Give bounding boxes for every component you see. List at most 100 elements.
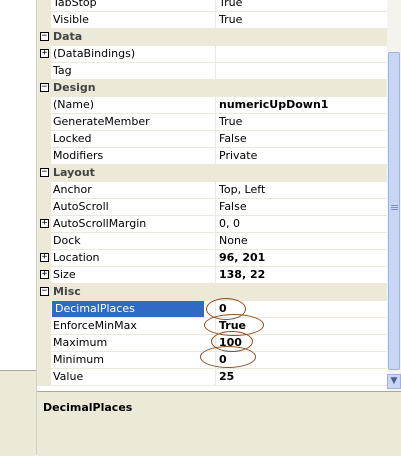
property-value[interactable]: [219, 46, 379, 62]
property-row[interactable]: Anchor Top, Left: [37, 181, 387, 199]
property-value[interactable]: True: [219, 114, 379, 130]
column-divider[interactable]: [215, 62, 216, 79]
property-value[interactable]: True: [219, 318, 379, 334]
property-row[interactable]: + (DataBindings): [37, 45, 387, 63]
property-row[interactable]: DecimalPlaces 0: [37, 300, 387, 318]
expand-icon[interactable]: +: [40, 219, 49, 228]
property-value[interactable]: [219, 63, 379, 79]
column-divider[interactable]: [215, 317, 216, 334]
collapse-icon[interactable]: −: [40, 168, 49, 177]
column-divider[interactable]: [215, 249, 216, 266]
property-row[interactable]: Dock None: [37, 232, 387, 250]
property-value[interactable]: Private: [219, 148, 379, 164]
category-label[interactable]: Layout: [53, 165, 213, 181]
property-value[interactable]: 100: [219, 335, 379, 351]
description-panel: DecimalPlaces: [37, 391, 401, 456]
property-value[interactable]: True: [219, 0, 379, 11]
column-divider[interactable]: [215, 334, 216, 351]
property-name[interactable]: AutoScrollMargin: [53, 216, 213, 232]
category-row[interactable]: − Layout: [37, 164, 387, 182]
property-row[interactable]: GenerateMember True: [37, 113, 387, 131]
property-row[interactable]: EnforceMinMax True: [37, 317, 387, 335]
property-value[interactable]: 0, 0: [219, 216, 379, 232]
property-row[interactable]: Value 25: [37, 368, 387, 386]
property-row[interactable]: Maximum 100: [37, 334, 387, 352]
column-divider[interactable]: [215, 113, 216, 130]
property-row[interactable]: Visible True: [37, 11, 387, 29]
property-name[interactable]: Location: [53, 250, 213, 266]
column-divider[interactable]: [215, 215, 216, 232]
property-name[interactable]: Size: [53, 267, 213, 283]
property-name[interactable]: Minimum: [53, 352, 213, 368]
column-divider[interactable]: [215, 130, 216, 147]
property-name[interactable]: DecimalPlaces: [52, 301, 204, 317]
property-name[interactable]: Value: [53, 369, 213, 385]
column-divider[interactable]: [215, 266, 216, 283]
property-row[interactable]: + Size 138, 22: [37, 266, 387, 284]
property-value[interactable]: numericUpDown1: [219, 97, 379, 113]
column-divider[interactable]: [215, 96, 216, 113]
scroll-down-arrow-icon[interactable]: ▼: [387, 374, 401, 389]
column-divider[interactable]: [215, 147, 216, 164]
scrollbar-thumb[interactable]: [388, 52, 400, 370]
property-name[interactable]: TabStop: [53, 0, 213, 11]
collapse-icon[interactable]: −: [40, 287, 49, 296]
property-row[interactable]: Locked False: [37, 130, 387, 148]
property-value[interactable]: 96, 201: [219, 250, 379, 266]
property-value[interactable]: False: [219, 199, 379, 215]
property-value[interactable]: False: [219, 131, 379, 147]
collapse-icon[interactable]: −: [40, 83, 49, 92]
property-value[interactable]: None: [219, 233, 379, 249]
property-name[interactable]: Anchor: [53, 182, 213, 198]
category-label[interactable]: Misc: [53, 284, 213, 300]
property-name[interactable]: AutoScroll: [53, 199, 213, 215]
property-name[interactable]: Visible: [53, 12, 213, 28]
category-row[interactable]: − Data: [37, 28, 387, 46]
column-divider[interactable]: [215, 181, 216, 198]
property-row[interactable]: + AutoScrollMargin 0, 0: [37, 215, 387, 233]
property-name[interactable]: GenerateMember: [53, 114, 213, 130]
column-divider[interactable]: [215, 300, 216, 317]
property-name[interactable]: (DataBindings): [53, 46, 213, 62]
row-gutter: [37, 198, 51, 215]
category-label[interactable]: Data: [53, 29, 213, 45]
column-divider[interactable]: [215, 351, 216, 368]
category-row[interactable]: − Misc: [37, 283, 387, 301]
property-value[interactable]: 138, 22: [219, 267, 379, 283]
property-row[interactable]: AutoScroll False: [37, 198, 387, 216]
thumb-grip: [391, 209, 398, 210]
expand-icon[interactable]: +: [40, 270, 49, 279]
column-divider[interactable]: [215, 198, 216, 215]
column-divider[interactable]: [215, 232, 216, 249]
property-row[interactable]: + Location 96, 201: [37, 249, 387, 267]
property-name[interactable]: Tag: [53, 63, 213, 79]
property-value[interactable]: 0: [219, 301, 379, 317]
property-grid[interactable]: TabStop True Visible True − Data + (DataBinding…: [37, 0, 387, 391]
thumb-grip: [391, 205, 398, 206]
collapse-icon[interactable]: −: [40, 32, 49, 41]
property-name[interactable]: EnforceMinMax: [53, 318, 213, 334]
column-divider[interactable]: [215, 0, 216, 11]
property-value[interactable]: Top, Left: [219, 182, 379, 198]
vertical-scrollbar[interactable]: ▼: [387, 0, 401, 391]
category-label[interactable]: Design: [53, 80, 213, 96]
property-name[interactable]: (Name): [53, 97, 213, 113]
expand-icon[interactable]: +: [40, 253, 49, 262]
column-divider[interactable]: [215, 368, 216, 385]
column-divider[interactable]: [215, 45, 216, 62]
column-divider[interactable]: [215, 11, 216, 28]
category-row[interactable]: − Design: [37, 79, 387, 97]
property-name[interactable]: Dock: [53, 233, 213, 249]
property-value[interactable]: True: [219, 12, 379, 28]
property-name[interactable]: Maximum: [53, 335, 213, 351]
property-name[interactable]: Locked: [53, 131, 213, 147]
expand-icon[interactable]: +: [40, 49, 49, 58]
property-row[interactable]: (Name) numericUpDown1: [37, 96, 387, 114]
property-value[interactable]: 0: [219, 352, 379, 368]
property-row[interactable]: Minimum 0: [37, 351, 387, 369]
row-gutter: +: [37, 215, 51, 232]
property-row[interactable]: Tag: [37, 62, 387, 80]
property-value[interactable]: 25: [219, 369, 379, 385]
property-name[interactable]: Modifiers: [53, 148, 213, 164]
property-row[interactable]: Modifiers Private: [37, 147, 387, 165]
